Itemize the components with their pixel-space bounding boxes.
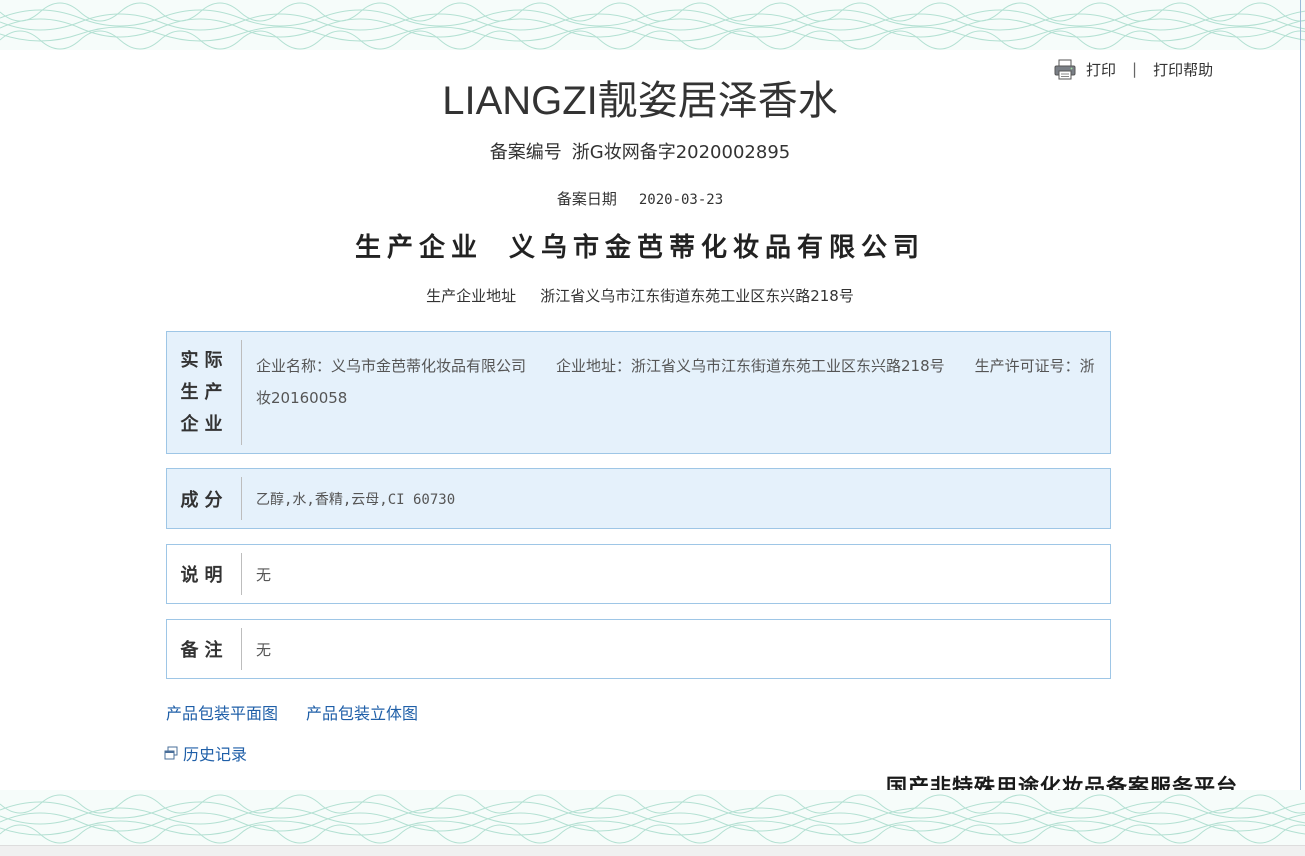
actual-producer-label-line-1: 实际: [180, 349, 229, 371]
actual-producer-content: 企业名称：义乌市金芭蒂化妆品有限公司 企业地址：浙江省义乌市江东街道东苑工业区东兴…: [242, 332, 1110, 453]
registration-number-value: 浙G妆网备字2020002895: [571, 142, 791, 163]
producer-label: 生产企业: [354, 233, 483, 263]
remarks-value: 无: [256, 640, 272, 659]
company-address: 企业地址：浙江省义乌市江东街道东苑工业区东兴路218号: [556, 357, 945, 375]
actual-producer-label-line-3: 企业: [180, 413, 229, 435]
bottom-scroll-strip: [0, 845, 1305, 856]
producer-address-label: 生产企业地址: [426, 287, 517, 305]
producer-address: 生产企业地址 浙江省义乌市江东街道东苑工业区东兴路218号: [0, 285, 1280, 306]
flat-package-image-link[interactable]: 产品包装平面图: [166, 704, 278, 723]
description-value: 无: [256, 565, 272, 584]
actual-producer-panel: 实际 生产 企业 企业名称：义乌市金芭蒂化妆品有限公司 企业地址：浙江省义乌市江东…: [166, 331, 1111, 454]
package-image-links: 产品包装平面图 产品包装立体图: [166, 700, 446, 724]
description-label: 说明: [167, 545, 242, 603]
producer-value: 义乌市金芭蒂化妆品有限公司: [509, 233, 926, 263]
history-link[interactable]: 历史记录: [164, 741, 247, 765]
page-right-border: [1300, 0, 1301, 845]
remarks-label: 备注: [167, 620, 242, 678]
producer-address-value: 浙江省义乌市江东街道东苑工业区东兴路218号: [540, 287, 854, 305]
bottom-guilloche-border: [0, 790, 1305, 845]
description-panel: 说明 无: [166, 544, 1111, 604]
history-link-label: 历史记录: [183, 745, 248, 764]
registration-number: 备案编号 浙G妆网备字2020002895: [0, 138, 1280, 164]
registration-date-value: 2020-03-23: [638, 192, 724, 208]
registration-date: 备案日期 2020-03-23: [0, 188, 1280, 209]
company-name: 企业名称：义乌市金芭蒂化妆品有限公司: [256, 357, 527, 375]
registration-date-label: 备案日期: [556, 190, 617, 208]
3d-package-image-link[interactable]: 产品包装立体图: [306, 704, 418, 723]
ingredients-panel: 成分 乙醇,水,香精,云母,CI 60730: [166, 468, 1111, 529]
actual-producer-label-line-2: 生产: [180, 381, 229, 403]
registration-number-label: 备案编号: [489, 142, 562, 163]
ingredients-label: 成分: [167, 469, 242, 528]
window-restore-icon: [164, 746, 178, 760]
remarks-panel: 备注 无: [166, 619, 1111, 679]
ingredients-value: 乙醇,水,香精,云母,CI 60730: [256, 491, 456, 508]
producer-heading: 生产企业 义乌市金芭蒂化妆品有限公司: [0, 227, 1280, 264]
product-title: LIANGZI靓姿居泽香水: [442, 79, 838, 123]
actual-producer-label: 实际 生产 企业: [167, 332, 242, 453]
top-guilloche-border: [0, 0, 1305, 50]
